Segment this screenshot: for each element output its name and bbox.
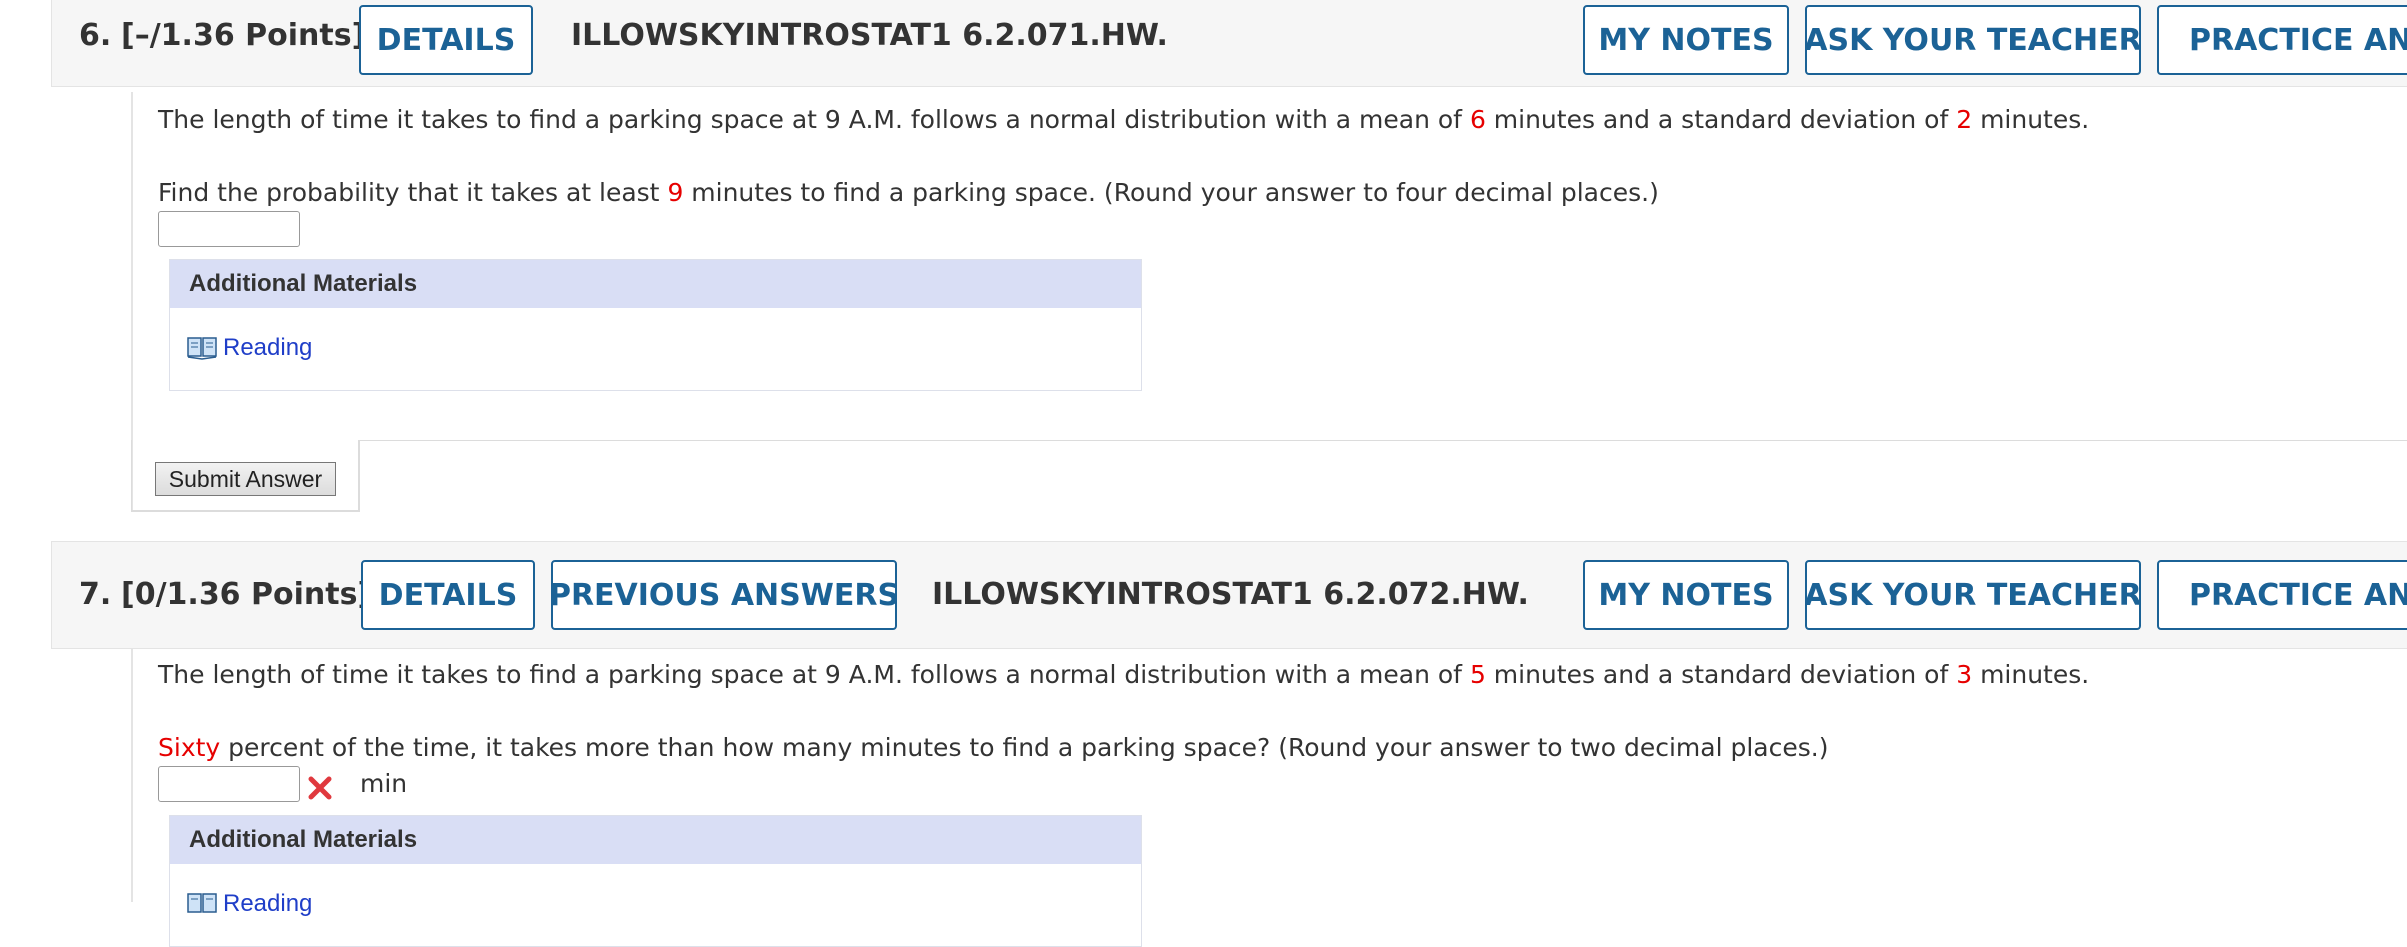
reading-link-label[interactable]: Reading <box>223 334 312 362</box>
mean-value: 6 <box>1469 105 1486 134</box>
close-x-icon <box>308 776 332 800</box>
reading-link-label[interactable]: Reading <box>223 890 312 918</box>
answer-input[interactable] <box>158 211 300 247</box>
ask-your-teacher-button[interactable]: ASK YOUR TEACHER <box>1805 5 2141 75</box>
stem-text: minutes and a standard deviation of <box>1485 660 1957 689</box>
question-points: [–/1.36 Points] <box>121 18 366 53</box>
question-points: [0/1.36 Points] <box>121 577 372 612</box>
threshold-value: 9 <box>667 178 684 207</box>
submit-area-border <box>131 440 2407 512</box>
question-7-stem: The length of time it takes to find a pa… <box>158 660 2089 689</box>
sd-value: 3 <box>1956 660 1973 689</box>
question-6-stem: The length of time it takes to find a pa… <box>158 105 2089 134</box>
stem-text: The length of time it takes to find a pa… <box>158 660 1470 689</box>
book-icon <box>187 893 217 913</box>
question-7-header: 7. [0/1.36 Points] DETAILS PREVIOUS ANSW… <box>51 541 2407 649</box>
stem-text: minutes. <box>1972 105 2090 134</box>
my-notes-button[interactable]: MY NOTES <box>1583 560 1789 630</box>
practice-another-button[interactable]: PRACTICE ANOTHER <box>2157 560 2407 630</box>
stem-text: minutes and a standard deviation of <box>1485 105 1957 134</box>
ask-your-teacher-button[interactable]: ASK YOUR TEACHER <box>1805 560 2141 630</box>
question-7-prompt: Sixty percent of the time, it takes more… <box>158 733 1828 762</box>
prompt-text: Find the probability that it takes at le… <box>158 178 668 207</box>
question-number: 7. <box>79 577 112 612</box>
answer-input[interactable] <box>158 766 300 802</box>
question-6-prompt: Find the probability that it takes at le… <box>158 178 1659 207</box>
details-button[interactable]: DETAILS <box>361 560 535 630</box>
additional-materials-panel: Additional Materials Reading <box>169 259 1142 391</box>
additional-materials-panel: Additional Materials Reading <box>169 815 1142 947</box>
question-code: ILLOWSKYINTROSTAT1 6.2.071.HW. <box>571 18 1168 53</box>
additional-materials-heading: Additional Materials <box>170 816 1141 864</box>
reading-link[interactable]: Reading <box>187 334 312 362</box>
additional-materials-heading: Additional Materials <box>170 260 1141 308</box>
percent-word: Sixty <box>158 733 221 762</box>
question-code: ILLOWSKYINTROSTAT1 6.2.072.HW. <box>932 577 1529 612</box>
prompt-text: percent of the time, it takes more than … <box>220 733 1829 762</box>
prompt-text: minutes to find a parking space. (Round … <box>683 178 1659 207</box>
book-icon <box>187 337 217 360</box>
submit-answer-button[interactable]: Submit Answer <box>155 462 336 496</box>
details-button[interactable]: DETAILS <box>359 5 533 75</box>
mean-value: 5 <box>1469 660 1486 689</box>
question-7-body-border <box>131 649 133 902</box>
stem-text: minutes. <box>1972 660 2090 689</box>
previous-answers-button[interactable]: PREVIOUS ANSWERS <box>551 560 897 630</box>
practice-another-button[interactable]: PRACTICE ANOTHER <box>2157 5 2407 75</box>
question-6-header: 6. [–/1.36 Points] DETAILS ILLOWSKYINTRO… <box>51 0 2407 87</box>
unit-label: min <box>360 769 408 798</box>
my-notes-button[interactable]: MY NOTES <box>1583 5 1789 75</box>
stem-text: The length of time it takes to find a pa… <box>158 105 1470 134</box>
reading-link[interactable]: Reading <box>187 890 312 918</box>
question-number: 6. <box>79 18 112 53</box>
submit-area: Submit Answer <box>131 440 2407 512</box>
sd-value: 2 <box>1956 105 1973 134</box>
